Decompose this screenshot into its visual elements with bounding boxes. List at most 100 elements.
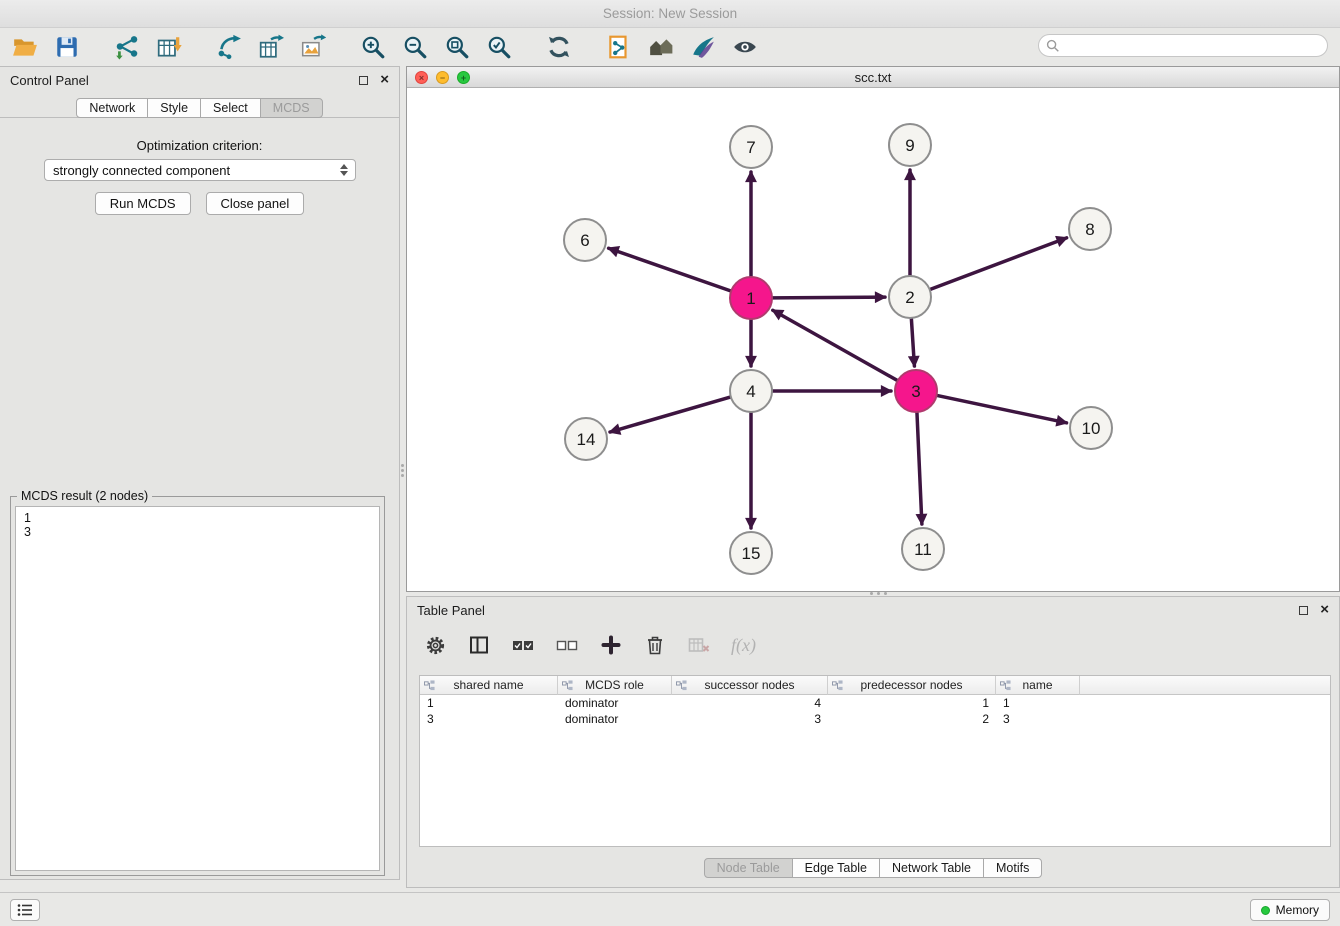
gear-icon xyxy=(425,635,446,656)
home-button[interactable] xyxy=(644,32,678,62)
apply-style-button[interactable] xyxy=(686,32,720,62)
graph-node-9[interactable]: 9 xyxy=(889,124,931,166)
zoom-fit-button[interactable] xyxy=(440,32,474,62)
clone-network-button[interactable] xyxy=(602,32,636,62)
show-columns-button[interactable] xyxy=(467,633,491,657)
delete-column-button[interactable] xyxy=(687,633,711,657)
close-window-icon[interactable]: × xyxy=(415,71,428,84)
checked-boxes-icon xyxy=(512,637,534,653)
graph-node-label: 9 xyxy=(905,136,914,155)
cell-name[interactable]: 1 xyxy=(996,695,1080,711)
cell-successor-nodes[interactable]: 3 xyxy=(672,711,828,727)
table-tab-edge-table[interactable]: Edge Table xyxy=(792,858,880,878)
graph-node-label: 7 xyxy=(746,138,755,157)
cell-predecessor-nodes[interactable]: 1 xyxy=(828,695,996,711)
graph-node-3[interactable]: 3 xyxy=(895,370,937,412)
graph-node-6[interactable]: 6 xyxy=(564,219,606,261)
export-network-button[interactable] xyxy=(212,32,246,62)
run-mcds-button[interactable]: Run MCDS xyxy=(95,192,191,215)
graph-node-11[interactable]: 11 xyxy=(902,528,944,570)
table-row[interactable]: 1dominator411 xyxy=(420,695,1330,711)
tab-mcds[interactable]: MCDS xyxy=(260,98,323,118)
mcds-result-text[interactable]: 1 3 xyxy=(15,506,380,871)
table-tab-motifs[interactable]: Motifs xyxy=(983,858,1042,878)
graph-node-10[interactable]: 10 xyxy=(1070,407,1112,449)
column-header-predecessor-nodes[interactable]: predecessor nodes xyxy=(828,676,996,695)
export-network-icon xyxy=(216,34,242,60)
graph-edge-3-1[interactable] xyxy=(773,310,897,380)
column-header-name[interactable]: name xyxy=(996,676,1080,695)
hierarchy-icon xyxy=(424,680,435,691)
select-all-button[interactable] xyxy=(511,633,535,657)
status-bar: Memory xyxy=(0,892,1340,926)
task-history-button[interactable] xyxy=(10,899,40,921)
graph-node-14[interactable]: 14 xyxy=(565,418,607,460)
network-canvas[interactable]: 7 9 6 8 1 2 4 3 14 10 15 11 xyxy=(407,88,1339,591)
zoom-selected-button[interactable] xyxy=(482,32,516,62)
float-table-panel-icon[interactable] xyxy=(1299,606,1308,615)
unselect-all-button[interactable] xyxy=(555,633,579,657)
cell-predecessor-nodes[interactable]: 2 xyxy=(828,711,996,727)
cell-name[interactable]: 3 xyxy=(996,711,1080,727)
graph-node-2[interactable]: 2 xyxy=(889,276,931,318)
column-header-mcds-role[interactable]: MCDS role xyxy=(558,676,672,695)
table-row[interactable]: 3dominator323 xyxy=(420,711,1330,727)
graph-node-8[interactable]: 8 xyxy=(1069,208,1111,250)
delete-row-button[interactable] xyxy=(643,633,667,657)
cell-shared-name[interactable]: 1 xyxy=(420,695,558,711)
table-tab-network-table[interactable]: Network Table xyxy=(879,858,984,878)
graph-node-15[interactable]: 15 xyxy=(730,532,772,574)
app-titlebar: Session: New Session xyxy=(0,0,1340,28)
graph-node-label: 8 xyxy=(1085,220,1094,239)
graph-edge-1-6[interactable] xyxy=(609,248,731,290)
tab-select[interactable]: Select xyxy=(200,98,261,118)
close-panel-button[interactable]: Close panel xyxy=(206,192,305,215)
column-header-successor-nodes[interactable]: successor nodes xyxy=(672,676,828,695)
import-network-button[interactable] xyxy=(110,32,144,62)
graph-edge-2-3[interactable] xyxy=(911,319,914,366)
open-session-button[interactable] xyxy=(8,32,42,62)
graph-edge-3-10[interactable] xyxy=(938,396,1067,423)
table-settings-button[interactable] xyxy=(423,633,447,657)
dropdown-stepper-icon xyxy=(336,161,352,179)
graph-node-7[interactable]: 7 xyxy=(730,126,772,168)
network-window-title: scc.txt xyxy=(855,70,892,85)
cell-shared-name[interactable]: 3 xyxy=(420,711,558,727)
table-header-row: shared nameMCDS rolesuccessor nodesprede… xyxy=(420,676,1330,695)
criterion-dropdown[interactable]: strongly connected component xyxy=(44,159,356,181)
tab-style[interactable]: Style xyxy=(147,98,201,118)
show-hide-button[interactable] xyxy=(728,32,762,62)
function-builder-button[interactable]: f(x) xyxy=(731,635,756,656)
close-table-panel-icon[interactable]: × xyxy=(1320,605,1329,615)
memory-button[interactable]: Memory xyxy=(1250,899,1330,921)
close-panel-icon[interactable]: × xyxy=(380,75,389,85)
import-table-button[interactable] xyxy=(152,32,186,62)
graph-edge-1-2[interactable] xyxy=(773,297,885,298)
save-session-button[interactable] xyxy=(50,32,84,62)
export-image-button[interactable] xyxy=(296,32,330,62)
zoom-window-icon[interactable]: + xyxy=(457,71,470,84)
graph-edge-3-11[interactable] xyxy=(917,413,922,524)
tab-network[interactable]: Network xyxy=(76,98,148,118)
cell-mcds-role[interactable]: dominator xyxy=(558,695,672,711)
float-panel-icon[interactable] xyxy=(359,76,368,85)
cell-successor-nodes[interactable]: 4 xyxy=(672,695,828,711)
import-network-icon xyxy=(114,34,140,60)
search-input[interactable] xyxy=(1060,36,1327,55)
minimize-window-icon[interactable]: − xyxy=(436,71,449,84)
table-panel-title: Table Panel xyxy=(417,603,485,618)
column-header-shared-name[interactable]: shared name xyxy=(420,676,558,695)
zoom-out-button[interactable] xyxy=(398,32,432,62)
table-tab-node-table[interactable]: Node Table xyxy=(704,858,793,878)
graph-node-1[interactable]: 1 xyxy=(730,277,772,319)
import-table-icon xyxy=(156,34,182,60)
graph-edge-2-8[interactable] xyxy=(931,238,1067,289)
graph-node-4[interactable]: 4 xyxy=(730,370,772,412)
export-table-button[interactable] xyxy=(254,32,288,62)
network-window-titlebar[interactable]: × − + scc.txt xyxy=(407,67,1339,88)
add-row-button[interactable] xyxy=(599,633,623,657)
refresh-layout-button[interactable] xyxy=(542,32,576,62)
graph-edge-4-14[interactable] xyxy=(610,397,730,432)
cell-mcds-role[interactable]: dominator xyxy=(558,711,672,727)
zoom-in-button[interactable] xyxy=(356,32,390,62)
